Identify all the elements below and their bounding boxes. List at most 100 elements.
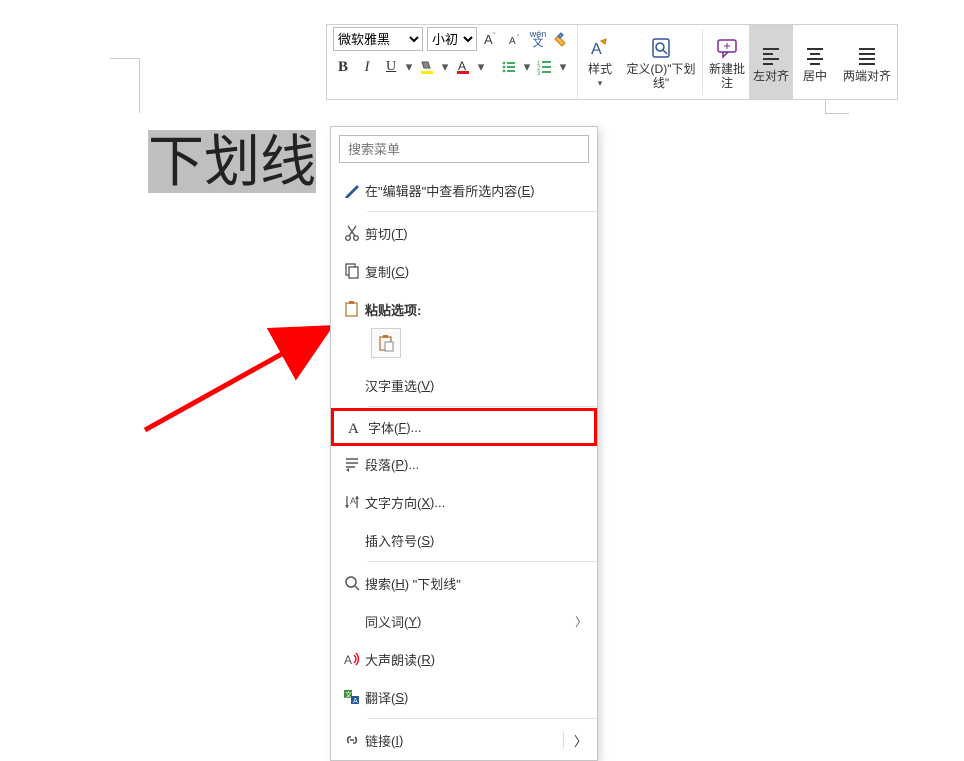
phonetic-guide-icon[interactable]: wén文 <box>529 30 547 48</box>
menu-font[interactable]: A 字体(F)... <box>331 408 597 446</box>
menu-separator <box>367 718 597 719</box>
svg-text:A: A <box>348 421 359 436</box>
menu-label: 汉字重选(V) <box>365 376 587 395</box>
paste-options-row <box>331 328 597 366</box>
svg-text:A: A <box>353 698 358 705</box>
numbering-icon[interactable]: 123 <box>535 57 555 77</box>
new-comment-label: 新建批注 <box>707 62 747 90</box>
font-dialog-icon: A <box>342 418 368 436</box>
menu-search-text[interactable]: 搜索(H) "下划线" <box>331 564 597 602</box>
document-body[interactable]: 下划线 <box>140 113 324 228</box>
link-icon <box>339 731 365 749</box>
menu-link[interactable]: 链接(I) 〉 <box>331 721 597 759</box>
align-justify-button[interactable]: 两端对齐 <box>837 25 897 99</box>
svg-text:A: A <box>350 496 356 506</box>
paste-keep-source-icon[interactable] <box>371 328 401 358</box>
page-corner-right <box>825 100 849 114</box>
highlight-color-icon[interactable] <box>417 57 437 77</box>
bold-button[interactable]: B <box>333 57 353 77</box>
paragraph-icon <box>339 455 365 473</box>
format-painter-icon[interactable] <box>551 29 571 49</box>
new-comment-button[interactable]: 新建批注 <box>705 25 749 99</box>
italic-button[interactable]: I <box>357 57 377 77</box>
selected-text[interactable]: 下划线 <box>148 130 316 193</box>
font-color-icon[interactable]: A <box>453 57 473 77</box>
menu-read-aloud[interactable]: A 大声朗读(R) <box>331 640 597 678</box>
menu-label: 插入符号(S) <box>365 531 587 550</box>
svg-text:A: A <box>591 41 602 58</box>
menu-paragraph[interactable]: 段落(P)... <box>331 445 597 483</box>
annotation-arrow <box>140 320 340 440</box>
svg-text:ˇ: ˇ <box>517 35 520 42</box>
styles-label: 样式 <box>588 62 612 76</box>
underline-button[interactable]: U <box>381 57 401 77</box>
menu-label: 粘贴选项: <box>365 300 587 319</box>
define-label: 定义(D)"下划线" <box>624 62 698 90</box>
menu-label: 文字方向(X)... <box>365 493 587 512</box>
menu-reconvert[interactable]: 汉字重选(V) <box>331 366 597 404</box>
menu-label: 搜索(H) "下划线" <box>365 574 587 593</box>
highlight-dropdown-icon[interactable]: ▾ <box>441 59 449 75</box>
paste-icon <box>339 300 365 318</box>
define-button[interactable]: 定义(D)"下划线" <box>622 25 700 99</box>
menu-label: 段落(P)... <box>365 455 587 474</box>
font-group: 微软雅黑 小初 Aˆ Aˇ wén文 B I U ▾ <box>327 25 578 99</box>
context-menu: 在"编辑器"中查看所选内容(E) 剪切(T) 复制(C) 粘贴选项: 汉字 <box>330 126 598 761</box>
cut-icon <box>339 224 365 242</box>
translate-icon: 文A <box>339 688 365 706</box>
styles-button[interactable]: A 样式 ▾ <box>578 25 622 99</box>
menu-paste-options: 粘贴选项: <box>331 290 597 328</box>
menu-label: 大声朗读(R) <box>365 650 587 669</box>
font-size-select[interactable]: 小初 <box>427 27 477 51</box>
copy-icon <box>339 262 365 280</box>
svg-text:文: 文 <box>345 690 352 699</box>
svg-text:A: A <box>484 32 493 47</box>
svg-text:3: 3 <box>537 71 541 75</box>
numbering-dropdown-icon[interactable]: ▾ <box>559 59 567 75</box>
mini-toolbar: 微软雅黑 小初 Aˆ Aˇ wén文 B I U ▾ <box>326 24 898 100</box>
underline-label: U <box>386 59 396 75</box>
align-center-button[interactable]: 居中 <box>793 25 837 99</box>
menu-label: 复制(C) <box>365 262 587 281</box>
menu-separator <box>367 211 597 212</box>
menu-insert-symbol[interactable]: 插入符号(S) <box>331 521 597 559</box>
menu-label: 剪切(T) <box>365 224 587 243</box>
align-justify-label: 两端对齐 <box>843 69 891 83</box>
menu-separator <box>367 406 597 407</box>
separator <box>702 29 703 95</box>
submenu-arrow-icon: 〉 <box>569 613 587 630</box>
bullets-dropdown-icon[interactable]: ▾ <box>523 59 531 75</box>
menu-text-direction[interactable]: A 文字方向(X)... <box>331 483 597 521</box>
font-name-select[interactable]: 微软雅黑 <box>333 27 423 51</box>
bullets-icon[interactable] <box>499 57 519 77</box>
menu-synonyms[interactable]: 同义词(Y) 〉 <box>331 602 597 640</box>
page-corner-left <box>110 58 140 113</box>
menu-translate[interactable]: 文A 翻译(S) <box>331 678 597 716</box>
menu-separator <box>367 561 597 562</box>
font-color-dropdown-icon[interactable]: ▾ <box>477 59 485 75</box>
read-aloud-icon: A <box>339 650 365 668</box>
menu-search <box>339 135 589 163</box>
menu-search-input[interactable] <box>339 135 589 163</box>
underline-dropdown-icon[interactable]: ▾ <box>405 59 413 75</box>
increase-font-icon[interactable]: Aˆ <box>481 29 501 49</box>
svg-text:A: A <box>509 36 516 47</box>
menu-label: 字体(F)... <box>368 418 584 437</box>
align-left-button[interactable]: 左对齐 <box>749 25 793 99</box>
submenu-split-arrow-icon[interactable]: 〉 <box>563 731 587 749</box>
menu-label: 链接(I) <box>365 731 557 750</box>
align-center-label: 居中 <box>803 69 827 83</box>
menu-label: 同义词(Y) <box>365 612 569 631</box>
editor-icon <box>339 181 365 199</box>
svg-text:A: A <box>458 59 466 73</box>
svg-text:A: A <box>344 653 352 667</box>
menu-copy[interactable]: 复制(C) <box>331 252 597 290</box>
menu-label: 翻译(S) <box>365 688 587 707</box>
decrease-font-icon[interactable]: Aˇ <box>505 29 525 49</box>
svg-text:ˆ: ˆ <box>493 33 496 40</box>
align-left-label: 左对齐 <box>753 69 789 83</box>
menu-cut[interactable]: 剪切(T) <box>331 214 597 252</box>
menu-label: 在"编辑器"中查看所选内容(E) <box>365 181 587 200</box>
text-direction-icon: A <box>339 493 365 511</box>
menu-view-in-editor[interactable]: 在"编辑器"中查看所选内容(E) <box>331 171 597 209</box>
